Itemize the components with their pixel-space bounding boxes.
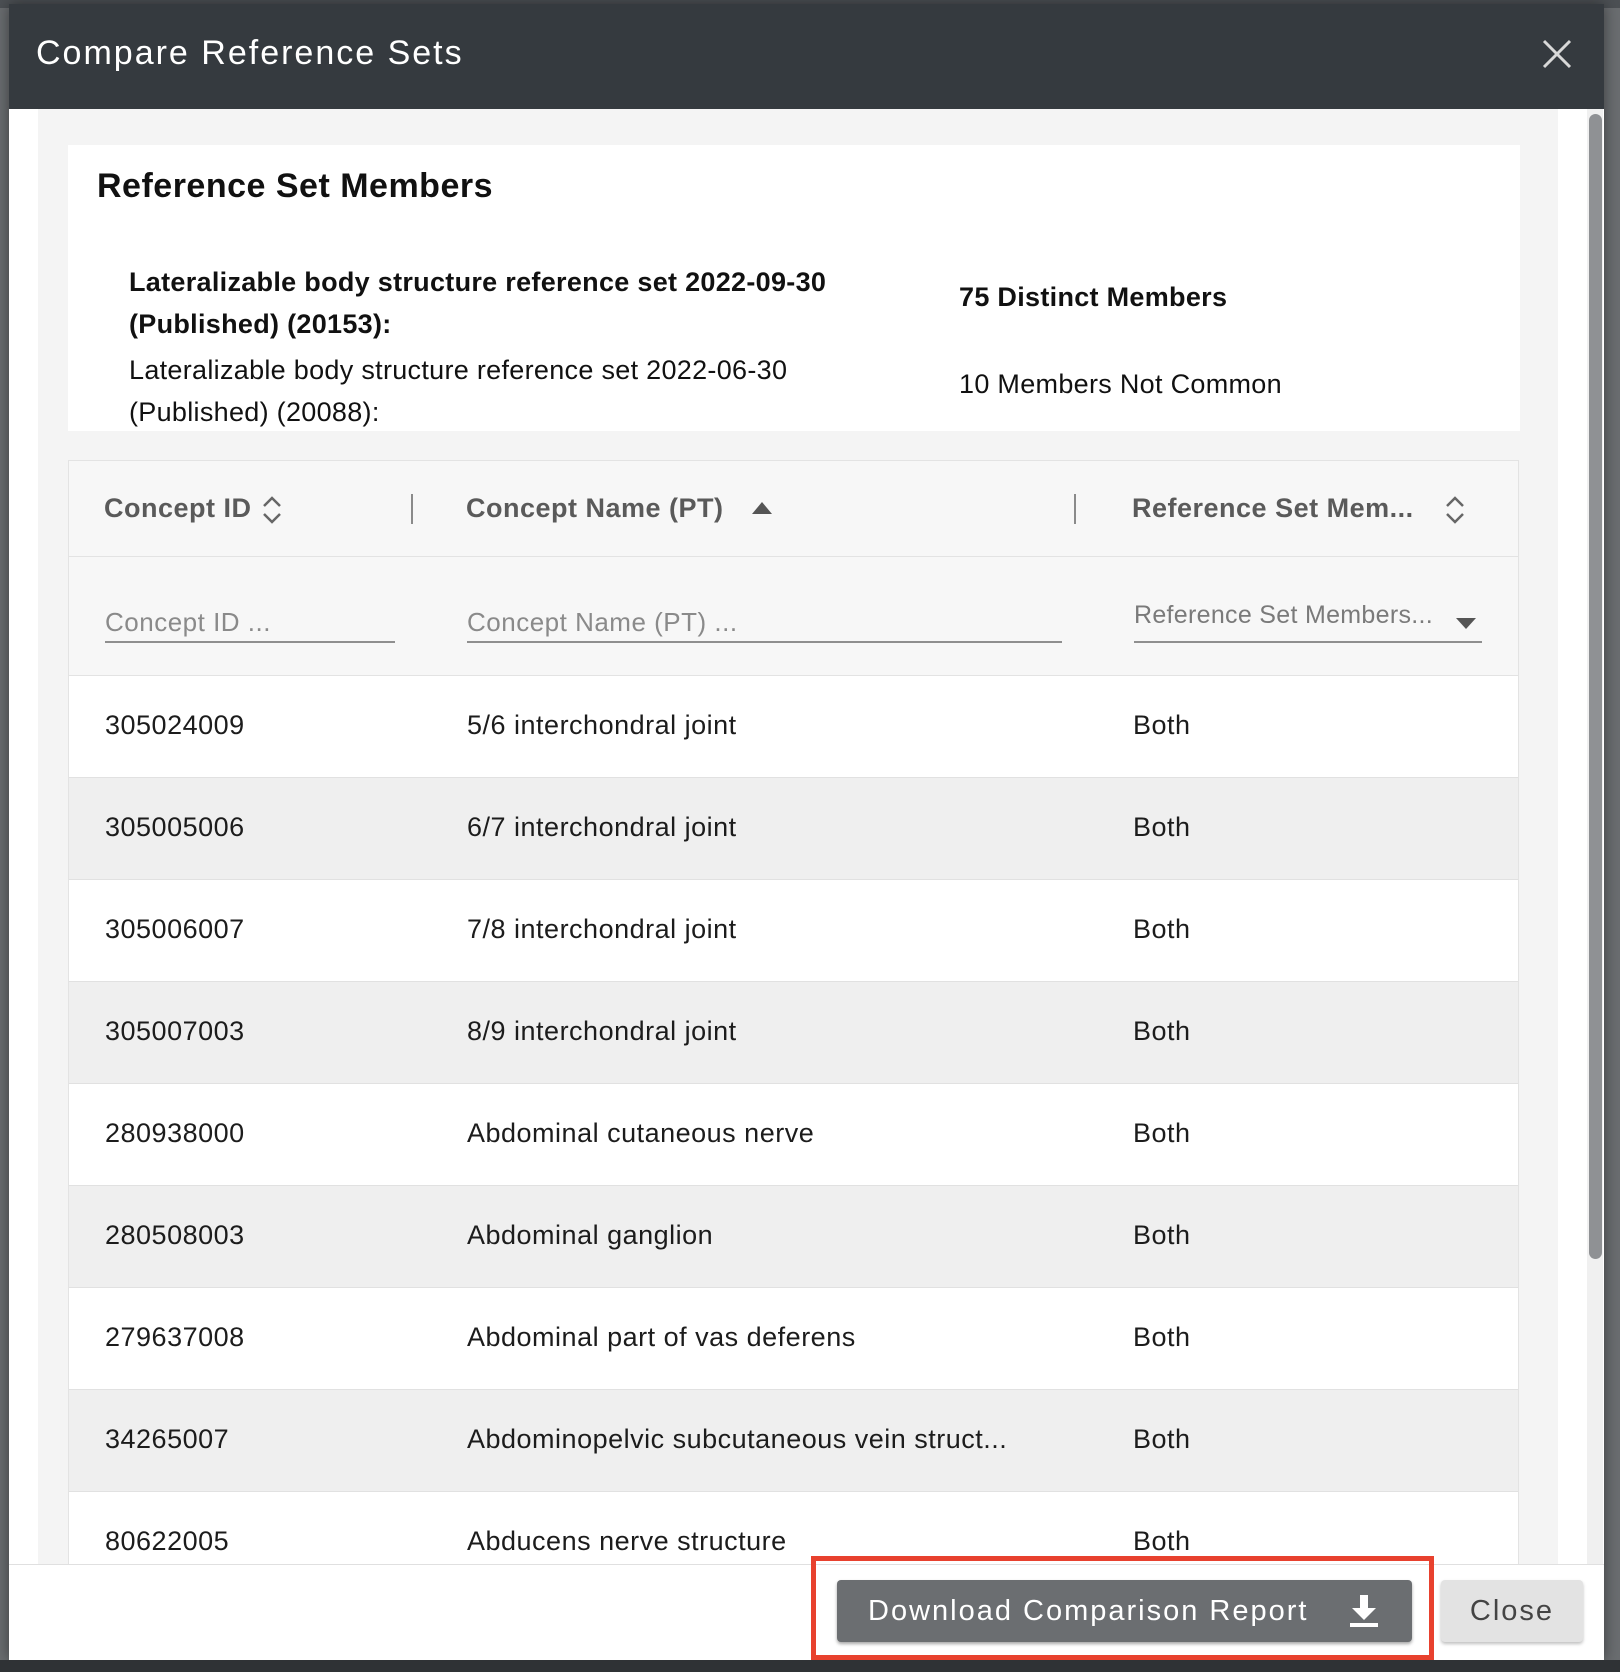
cell-concept-name: Abdominal cutaneous nerve xyxy=(467,1118,815,1148)
cell-concept-name: Abdominal part of vas deferens xyxy=(467,1322,856,1352)
set-b-line1: Lateralizable body structure reference s… xyxy=(129,355,788,385)
column-header-concept-name[interactable]: Concept Name (PT) xyxy=(466,493,724,524)
distinct-members-count: 75 Distinct Members xyxy=(959,282,1228,312)
column-header-concept-id[interactable]: Concept ID xyxy=(104,493,252,524)
set-b-line2: (Published) (20088): xyxy=(129,397,380,427)
table-row[interactable]: 305024009 5/6 interchondral joint Both xyxy=(69,676,1518,778)
cell-reference-set-member: Both xyxy=(1133,812,1191,842)
column-resize-handle[interactable] xyxy=(1074,494,1076,524)
column-resize-handle[interactable] xyxy=(411,494,413,524)
modal-body: Reference Set Members Lateralizable body… xyxy=(38,109,1558,1564)
summary-title: Reference Set Members xyxy=(97,167,494,205)
close-button[interactable]: Close xyxy=(1441,1580,1583,1642)
cell-reference-set-member: Both xyxy=(1133,1322,1191,1352)
cell-concept-id: 34265007 xyxy=(105,1424,230,1454)
table-row[interactable]: 280938000 Abdominal cutaneous nerve Both xyxy=(69,1084,1518,1186)
table-row[interactable]: 80622005 Abducens nerve structure Both xyxy=(69,1492,1518,1564)
summary-card: Reference Set Members Lateralizable body… xyxy=(68,145,1520,431)
concept-name-filter-input[interactable] xyxy=(467,603,1062,643)
members-table: Concept ID Concept Name (PT) Reference S… xyxy=(68,460,1519,1564)
cell-concept-name: Abdominopelvic subcutaneous vein struct.… xyxy=(467,1424,1008,1454)
cell-concept-id: 305024009 xyxy=(105,710,245,740)
table-row[interactable]: 34265007 Abdominopelvic subcutaneous vein… xyxy=(69,1390,1518,1492)
modal-title: Compare Reference Sets xyxy=(36,34,464,72)
cell-concept-id: 280938000 xyxy=(105,1118,245,1148)
set-b-label: Lateralizable body structure reference s… xyxy=(129,349,909,433)
cell-concept-name: 7/8 interchondral joint xyxy=(467,914,737,944)
table-row[interactable]: 305007003 8/9 interchondral joint Both xyxy=(69,982,1518,1084)
table-body: 305024009 5/6 interchondral joint Both 3050… xyxy=(69,676,1518,1564)
modal-header: Compare Reference Sets xyxy=(9,4,1604,109)
cell-concept-id: 280508003 xyxy=(105,1220,245,1250)
cell-reference-set-member: Both xyxy=(1133,1220,1191,1250)
cell-concept-id: 305006007 xyxy=(105,914,245,944)
filter-select-placeholder: Reference Set Members... xyxy=(1134,601,1433,629)
close-button-label: Close xyxy=(1469,1595,1555,1627)
table-header: Concept ID Concept Name (PT) Reference S… xyxy=(69,461,1518,557)
cell-reference-set-member: Both xyxy=(1133,1118,1191,1148)
close-icon[interactable] xyxy=(1535,32,1579,76)
cell-concept-id: 305005006 xyxy=(105,812,245,842)
download-button-label: Download Comparison Report xyxy=(868,1595,1309,1627)
table-row[interactable]: 279637008 Abdominal part of vas deferens B… xyxy=(69,1288,1518,1390)
cell-reference-set-member: Both xyxy=(1133,1424,1191,1454)
set-a-line2: (Published) (20153): xyxy=(129,309,392,339)
cell-concept-name: 6/7 interchondral joint xyxy=(467,812,737,842)
filter-row: Reference Set Members... xyxy=(69,557,1518,676)
sort-both-icon[interactable] xyxy=(259,495,285,525)
caret-down-icon xyxy=(1456,617,1476,629)
cell-reference-set-member: Both xyxy=(1133,1526,1191,1556)
concept-id-filter-input[interactable] xyxy=(105,603,395,643)
scrollbar-thumb[interactable] xyxy=(1589,114,1602,1259)
compare-reference-sets-modal: Compare Reference Sets Reference Set Mem… xyxy=(9,4,1604,1660)
cell-concept-name: 8/9 interchondral joint xyxy=(467,1016,737,1046)
sort-both-icon[interactable] xyxy=(1442,495,1468,525)
page-backdrop-bottom xyxy=(0,1660,1620,1672)
table-row[interactable]: 280508003 Abdominal ganglion Both xyxy=(69,1186,1518,1288)
cell-reference-set-member: Both xyxy=(1133,710,1191,740)
column-header-reference-set-members[interactable]: Reference Set Mem... xyxy=(1132,493,1414,524)
download-icon xyxy=(1347,1593,1381,1629)
cell-reference-set-member: Both xyxy=(1133,914,1191,944)
table-row[interactable]: 305006007 7/8 interchondral joint Both xyxy=(69,880,1518,982)
cell-concept-name: Abducens nerve structure xyxy=(467,1526,787,1556)
sort-asc-icon[interactable] xyxy=(749,495,775,525)
cell-concept-name: Abdominal ganglion xyxy=(467,1220,714,1250)
reference-set-members-filter-select[interactable]: Reference Set Members... xyxy=(1134,587,1482,643)
set-a-label: Lateralizable body structure reference s… xyxy=(129,261,909,345)
table-row[interactable]: 305005006 6/7 interchondral joint Both xyxy=(69,778,1518,880)
cell-concept-id: 80622005 xyxy=(105,1526,230,1556)
cell-concept-id: 305007003 xyxy=(105,1016,245,1046)
cell-concept-name: 5/6 interchondral joint xyxy=(467,710,737,740)
download-comparison-report-button[interactable]: Download Comparison Report xyxy=(837,1580,1412,1642)
set-a-line1: Lateralizable body structure reference s… xyxy=(129,267,827,297)
members-not-common-count: 10 Members Not Common xyxy=(959,369,1282,399)
cell-concept-id: 279637008 xyxy=(105,1322,245,1352)
cell-reference-set-member: Both xyxy=(1133,1016,1191,1046)
